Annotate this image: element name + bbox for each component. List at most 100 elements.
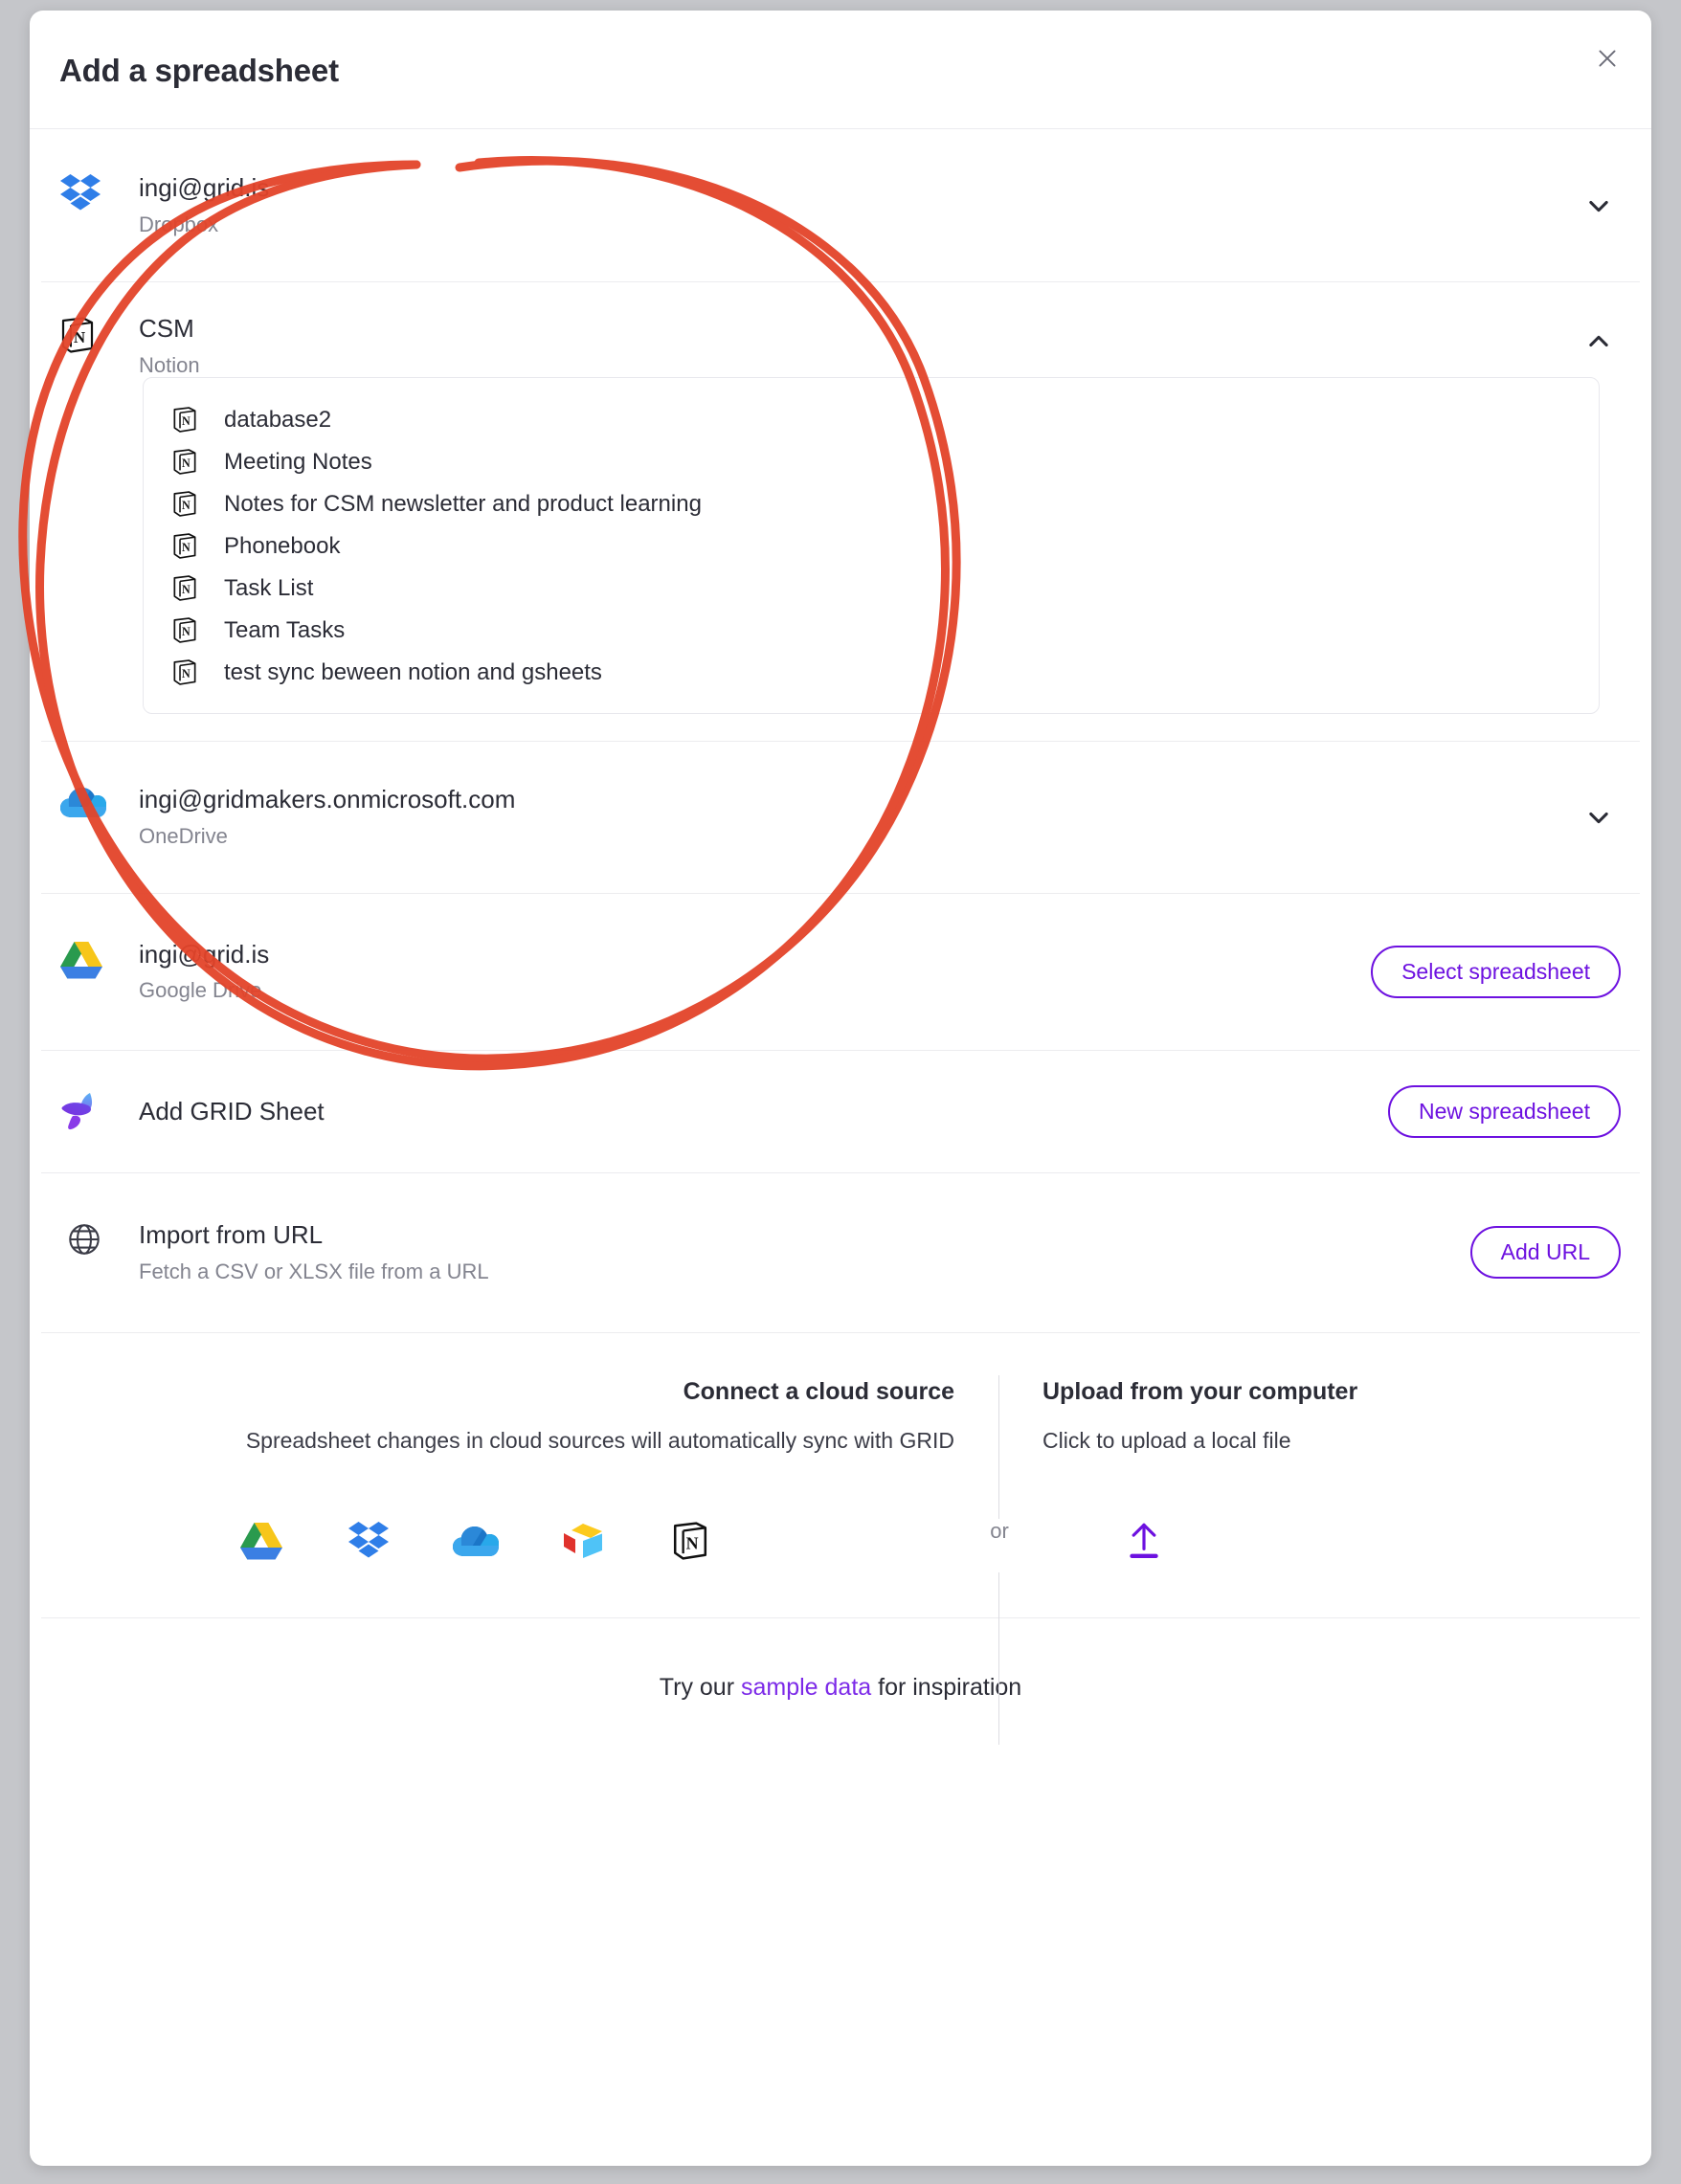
source-title: ingi@grid.is: [139, 173, 270, 203]
vertical-divider-bottom: [998, 1571, 999, 1745]
source-row-control: [1577, 791, 1621, 844]
source-title: CSM: [139, 314, 194, 343]
source-row-content: Import from URL Fetch a CSV or XLSX file…: [60, 1221, 1470, 1283]
upload-icon[interactable]: [1117, 1514, 1171, 1568]
source-row-control: Add URL: [1469, 1226, 1621, 1280]
notion-icon: N: [172, 659, 201, 686]
source-texts: ingi@grid.is Dropbox: [139, 174, 1577, 236]
chevron-down-icon[interactable]: [1577, 184, 1621, 228]
source-row-grid-sheet[interactable]: Add GRID Sheet New spreadsheet: [41, 1051, 1640, 1173]
svg-text:N: N: [182, 583, 191, 596]
sample-data-prefix: Try our: [659, 1673, 741, 1701]
upload-heading: Upload from your computer: [1042, 1377, 1358, 1405]
grid-logo-icon: [60, 1090, 112, 1132]
dropbox-icon[interactable]: [342, 1514, 395, 1568]
list-item[interactable]: N database2: [144, 399, 1599, 441]
globe-icon: [60, 1221, 118, 1258]
google-drive-icon[interactable]: [235, 1514, 288, 1568]
source-row-onedrive[interactable]: ingi@gridmakers.onmicrosoft.com OneDrive: [41, 740, 1640, 894]
source-row-content: ingi@gridmakers.onmicrosoft.com OneDrive: [60, 786, 1577, 848]
source-row-import-url[interactable]: Import from URL Fetch a CSV or XLSX file…: [41, 1173, 1640, 1332]
svg-text:N: N: [182, 457, 191, 470]
page-title: Add a spreadsheet: [59, 53, 339, 88]
connect-info-section: Connect a cloud source Spreadsheet chang…: [41, 1331, 1640, 1745]
notion-icon: N: [172, 575, 201, 602]
source-subtitle: OneDrive: [139, 823, 228, 848]
onedrive-icon[interactable]: [449, 1514, 503, 1568]
dropbox-icon: [60, 174, 112, 212]
source-row-google-drive[interactable]: ingi@grid.is Google Drive Select spreads…: [41, 894, 1640, 1051]
source-row-content: ingi@grid.is Dropbox: [60, 174, 1577, 236]
source-texts: CSM Notion: [139, 315, 1577, 377]
source-title: Import from URL: [139, 1220, 324, 1250]
svg-text:N: N: [74, 328, 86, 346]
source-subtitle: Dropbox: [139, 212, 219, 236]
source-title: ingi@gridmakers.onmicrosoft.com: [139, 785, 516, 814]
list-item-label: Task List: [224, 574, 314, 601]
list-item[interactable]: N Meeting Notes: [144, 441, 1599, 483]
chevron-down-icon[interactable]: [1577, 795, 1621, 839]
list-item[interactable]: N Notes for CSM newsletter and product l…: [144, 483, 1599, 525]
list-item[interactable]: N Task List: [144, 568, 1599, 610]
cloud-source-info: Connect a cloud source Spreadsheet chang…: [41, 1378, 998, 1568]
close-icon[interactable]: [1586, 37, 1628, 79]
svg-text:N: N: [686, 1533, 699, 1552]
source-texts: ingi@gridmakers.onmicrosoft.com OneDrive: [139, 786, 1577, 848]
notion-icon: N: [172, 491, 201, 518]
or-label: or: [986, 1520, 1013, 1542]
source-texts: Add GRID Sheet: [139, 1098, 1388, 1125]
svg-text:N: N: [182, 499, 191, 512]
source-row-control: [1577, 315, 1621, 368]
svg-text:N: N: [182, 625, 191, 638]
sample-data-text: Try our sample data for inspiration: [41, 1674, 1640, 1702]
source-row-content: Add GRID Sheet: [60, 1090, 1388, 1132]
upload-icon-row: [1042, 1514, 1640, 1568]
list-item[interactable]: N Team Tasks: [144, 610, 1599, 652]
chevron-up-icon[interactable]: [1577, 320, 1621, 364]
source-list: ingi@grid.is Dropbox N CSM Notion N data…: [30, 129, 1651, 1332]
notion-icon: N: [172, 617, 201, 644]
sample-data-section: Try our sample data for inspiration: [41, 1616, 1640, 1740]
select-spreadsheet-button[interactable]: Select spreadsheet: [1371, 945, 1621, 998]
source-texts: ingi@grid.is Google Drive: [139, 941, 1371, 1003]
source-row-content: N CSM Notion: [60, 315, 1577, 377]
dialog-header: Add a spreadsheet: [30, 11, 1651, 129]
list-item[interactable]: N test sync beween notion and gsheets: [144, 652, 1599, 694]
svg-text:N: N: [182, 414, 191, 428]
vertical-divider-top: [998, 1374, 999, 1519]
list-item-label: Notes for CSM newsletter and product lea…: [224, 490, 702, 517]
notion-icon: N: [60, 315, 112, 353]
source-subtitle: Notion: [139, 352, 200, 377]
list-item[interactable]: N Phonebook: [144, 525, 1599, 568]
source-title: Add GRID Sheet: [139, 1096, 325, 1125]
add-url-button[interactable]: Add URL: [1469, 1226, 1621, 1280]
screen: Add a spreadsheet ingi@grid.is Dropbox N…: [0, 0, 1681, 2184]
cloud-source-description: Spreadsheet changes in cloud sources wil…: [245, 1428, 954, 1454]
list-item-label: test sync beween notion and gsheets: [224, 658, 602, 685]
svg-text:N: N: [182, 541, 191, 554]
source-row-dropbox[interactable]: ingi@grid.is Dropbox: [41, 129, 1640, 282]
source-row-control: New spreadsheet: [1388, 1084, 1621, 1138]
notion-icon: N: [172, 449, 201, 476]
upload-description: Click to upload a local file: [1042, 1428, 1291, 1454]
airtable-icon[interactable]: [556, 1514, 610, 1568]
notion-icon[interactable]: N: [663, 1514, 717, 1568]
source-subtitle: Fetch a CSV or XLSX file from a URL: [139, 1259, 489, 1283]
sample-data-link[interactable]: sample data: [741, 1674, 871, 1701]
add-spreadsheet-dialog: Add a spreadsheet ingi@grid.is Dropbox N…: [30, 11, 1651, 2166]
notion-document-list: N database2 N Meeting Notes N Notes for …: [143, 376, 1600, 714]
list-item-label: database2: [224, 406, 332, 433]
svg-text:N: N: [182, 667, 191, 680]
source-row-header: N CSM Notion: [60, 315, 1621, 377]
source-row-control: [1577, 179, 1621, 233]
notion-icon: N: [172, 533, 201, 560]
source-row-notion[interactable]: N CSM Notion N database2 N Meeting Notes…: [41, 282, 1640, 714]
new-spreadsheet-button[interactable]: New spreadsheet: [1388, 1084, 1621, 1138]
notion-icon: N: [172, 407, 201, 434]
source-subtitle: Google Drive: [139, 978, 262, 1003]
source-row-control: Select spreadsheet: [1371, 945, 1621, 998]
upload-info: Upload from your computer Click to uploa…: [998, 1377, 1640, 1568]
source-texts: Import from URL Fetch a CSV or XLSX file…: [139, 1221, 1470, 1283]
onedrive-icon: [60, 786, 112, 818]
cloud-source-icon-row: N: [41, 1514, 954, 1568]
